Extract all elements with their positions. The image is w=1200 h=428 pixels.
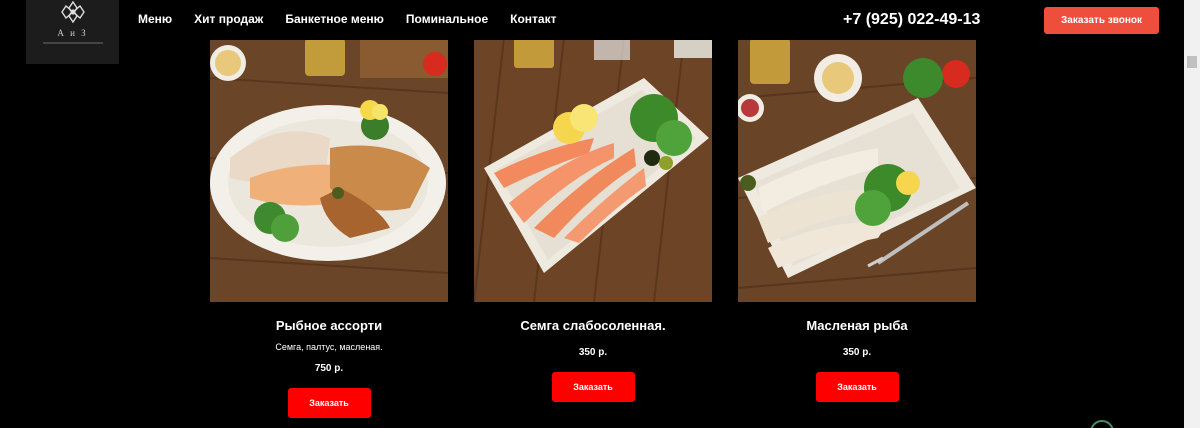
product-card: Масленая рыба 350 р. Заказать [738, 38, 976, 402]
product-photo[interactable] [210, 38, 448, 302]
product-price: 350 р. [578, 347, 608, 358]
product-title: Семга слабосоленная. [520, 318, 666, 333]
logo-text: А и З [57, 28, 88, 38]
chat-widget-icon[interactable] [1090, 420, 1114, 428]
product-photo[interactable] [738, 38, 976, 302]
scrollbar-thumb[interactable] [1187, 56, 1197, 68]
product-title: Масленая рыба [806, 318, 908, 333]
nav-menu[interactable]: Меню [138, 12, 172, 26]
phone-number[interactable]: +7 (925) 022-49-13 [843, 11, 980, 29]
nav-memorial[interactable]: Поминальное [406, 12, 488, 26]
logo-tagline [42, 42, 103, 44]
nav-bestsellers[interactable]: Хит продаж [194, 12, 263, 26]
order-button[interactable]: Заказать [287, 388, 371, 418]
product-photo[interactable] [474, 38, 712, 302]
ornament-icon [60, 0, 85, 24]
product-card: Семга слабосоленная. 350 р. Заказать [474, 38, 712, 402]
product-card: Рыбное ассорти Семга, палтус, масленая. … [210, 38, 448, 418]
nav-banquet-menu[interactable]: Банкетное меню [285, 12, 384, 26]
product-description: Семга, палтус, масленая. [275, 342, 383, 352]
order-button[interactable]: Заказать [551, 372, 635, 402]
scrollbar[interactable] [1184, 0, 1200, 428]
product-title: Рыбное ассорти [275, 318, 383, 333]
nav-contact[interactable]: Контакт [510, 12, 556, 26]
main-nav: Меню Хит продаж Банкетное меню Поминальн… [138, 12, 556, 26]
product-price: 350 р. [842, 347, 872, 358]
callback-button[interactable]: Заказать звонок [1044, 7, 1159, 34]
order-button[interactable]: Заказать [815, 372, 899, 402]
logo[interactable]: А и З [26, 0, 119, 64]
product-price: 750 р. [314, 363, 344, 374]
header: А и З Меню Хит продаж Банкетное меню Пом… [0, 0, 1184, 64]
